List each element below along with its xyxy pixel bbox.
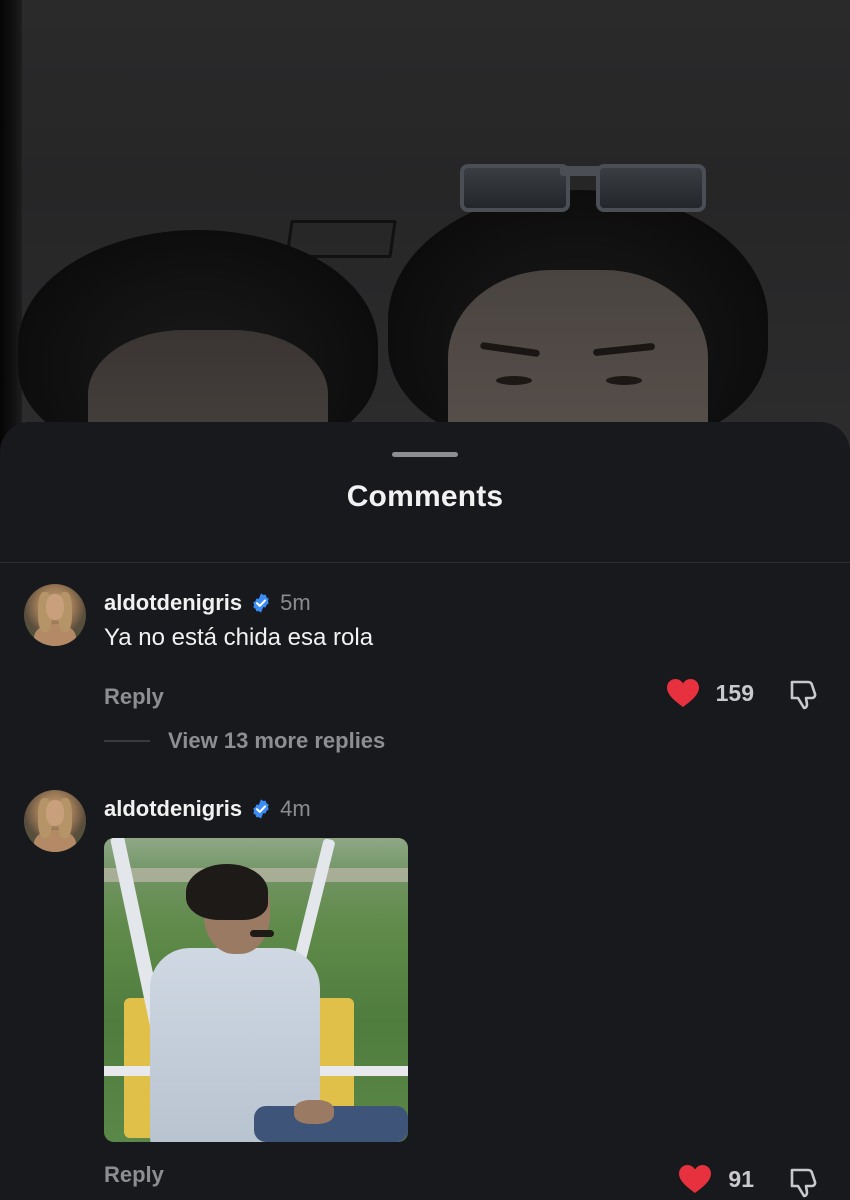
- username[interactable]: aldotdenigris: [104, 590, 242, 616]
- verified-badge-icon: [253, 593, 269, 613]
- like-group: 91: [678, 1164, 754, 1194]
- reply-button[interactable]: Reply: [104, 1162, 164, 1188]
- comment-time: 4m: [280, 796, 311, 821]
- gif-attachment[interactable]: [104, 838, 408, 1142]
- heart-icon[interactable]: [678, 1164, 712, 1194]
- comments-sheet: Comments aldotdenigris 5m Ya no está chi…: [0, 422, 850, 1200]
- reply-button[interactable]: Reply: [104, 684, 164, 710]
- comment-meta: aldotdenigris 4m: [104, 794, 311, 824]
- like-count: 91: [728, 1165, 754, 1192]
- thumbs-down-outline-icon[interactable]: [788, 1166, 818, 1198]
- screen: Comments aldotdenigris 5m Ya no está chi…: [0, 0, 850, 1200]
- sheet-title: Comments: [346, 480, 504, 513]
- verified-badge-icon: [253, 799, 269, 819]
- thumbs-down-outline-icon[interactable]: [788, 678, 818, 710]
- view-replies-label: View 13 more replies: [168, 728, 386, 753]
- comment-time: 5m: [280, 590, 311, 615]
- like-count: 159: [715, 679, 754, 706]
- view-more-replies-button[interactable]: View 13 more replies: [104, 728, 385, 754]
- background-video[interactable]: [0, 0, 850, 470]
- header-divider: [0, 562, 850, 563]
- heart-icon[interactable]: [666, 678, 700, 708]
- avatar[interactable]: [24, 584, 86, 646]
- username[interactable]: aldotdenigris: [104, 796, 242, 822]
- thread-line: [104, 740, 150, 742]
- avatar[interactable]: [24, 790, 86, 852]
- comment-text: Ya no está chida esa rola: [104, 624, 374, 651]
- like-group: 159: [666, 678, 754, 708]
- sheet-grabber-handle[interactable]: [392, 452, 458, 457]
- sunglasses: [460, 160, 706, 212]
- comment-meta: aldotdenigris 5m: [104, 588, 311, 618]
